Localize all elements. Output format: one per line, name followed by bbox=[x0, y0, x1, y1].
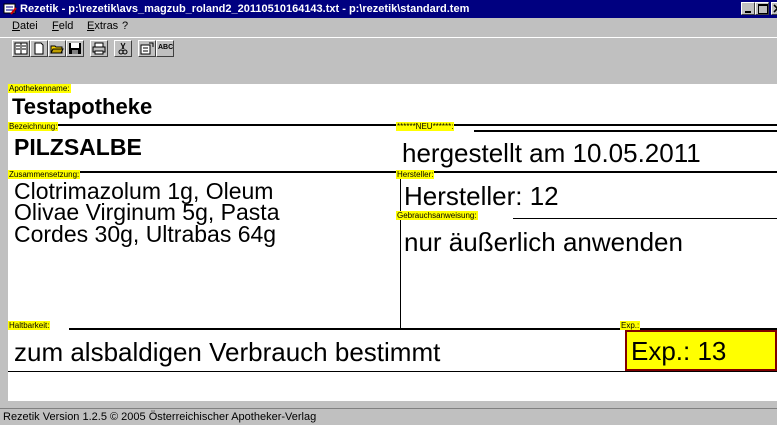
window-title: Rezetik - p:\rezetik\avs_magzub_roland2_… bbox=[20, 3, 470, 15]
save-icon bbox=[69, 43, 81, 54]
label-editor: Apothekenname: Testapotheke Bezeichnung:… bbox=[8, 84, 777, 401]
haltbarkeit-value[interactable]: zum alsbaldigen Verbrauch bestimmt bbox=[14, 339, 440, 365]
properties-icon bbox=[140, 42, 154, 55]
minimize-icon bbox=[745, 11, 751, 13]
app-window: Rezetik - p:\rezetik\avs_magzub_roland2_… bbox=[0, 0, 777, 425]
divider-2 bbox=[8, 171, 777, 173]
field-label-neu: ******NEU******: bbox=[396, 122, 455, 131]
save-button[interactable] bbox=[66, 40, 84, 57]
field-label-exp: Exp.: bbox=[620, 321, 641, 330]
spellcheck-button[interactable]: ABC bbox=[156, 40, 174, 57]
cut-icon bbox=[118, 42, 128, 55]
field-label-apothekenname: Apothekenname: bbox=[8, 84, 71, 93]
toolbar: ABC bbox=[0, 37, 777, 62]
list-icon bbox=[14, 42, 28, 55]
spellcheck-icon: ABC bbox=[158, 44, 174, 51]
close-button[interactable] bbox=[771, 2, 777, 15]
apothekenname-value[interactable]: Testapotheke bbox=[12, 96, 152, 118]
bezeichnung-value[interactable]: PILZSALBE bbox=[14, 135, 142, 159]
close-icon bbox=[773, 4, 777, 13]
app-icon bbox=[3, 3, 17, 15]
column-divider bbox=[400, 172, 401, 329]
divider-neu-top bbox=[474, 130, 777, 132]
field-label-bezeichnung: Bezeichnung: bbox=[8, 122, 59, 131]
field-label-haltbarkeit: Haltbarkeit: bbox=[8, 321, 51, 330]
field-label-gebrauchsanweisung: Gebrauchsanweisung: bbox=[396, 211, 478, 220]
cut-button[interactable] bbox=[114, 40, 132, 57]
minimize-button[interactable] bbox=[741, 2, 755, 15]
title-bar: Rezetik - p:\rezetik\avs_magzub_roland2_… bbox=[0, 0, 777, 18]
menu-bar: Datei Feld Extras ? bbox=[0, 18, 777, 36]
new-button[interactable] bbox=[30, 40, 48, 57]
zusammensetzung-line-3[interactable]: Cordes 30g, Ultrabas 64g bbox=[14, 223, 276, 246]
divider-4 bbox=[8, 371, 777, 372]
print-button[interactable] bbox=[90, 40, 108, 57]
menu-extras[interactable]: Extras bbox=[87, 20, 118, 32]
maximize-icon bbox=[758, 4, 768, 14]
hersteller-value[interactable]: Hersteller: 12 bbox=[404, 183, 559, 209]
list-button[interactable] bbox=[12, 40, 30, 57]
menu-datei[interactable]: Datei bbox=[12, 20, 38, 32]
menu-feld[interactable]: Feld bbox=[52, 20, 73, 32]
divider-gebrauch bbox=[513, 218, 777, 219]
open-icon bbox=[50, 45, 64, 54]
open-button[interactable] bbox=[48, 40, 66, 57]
gebrauchsanweisung-value[interactable]: nur äußerlich anwenden bbox=[404, 229, 683, 255]
properties-button[interactable] bbox=[138, 40, 156, 57]
maximize-button[interactable] bbox=[755, 2, 769, 15]
exp-value[interactable]: Exp.: 13 bbox=[631, 338, 726, 364]
print-icon bbox=[92, 42, 106, 55]
status-bar: Rezetik Version 1.2.5 © 2005 Österreichi… bbox=[0, 408, 777, 425]
status-text: Rezetik Version 1.2.5 © 2005 Österreichi… bbox=[3, 411, 317, 423]
new-icon bbox=[34, 42, 44, 55]
neu-value[interactable]: hergestellt am 10.05.2011 bbox=[402, 140, 701, 166]
field-label-hersteller: Hersteller: bbox=[396, 170, 435, 179]
divider-1 bbox=[8, 124, 777, 126]
menu-help[interactable]: ? bbox=[122, 20, 128, 32]
